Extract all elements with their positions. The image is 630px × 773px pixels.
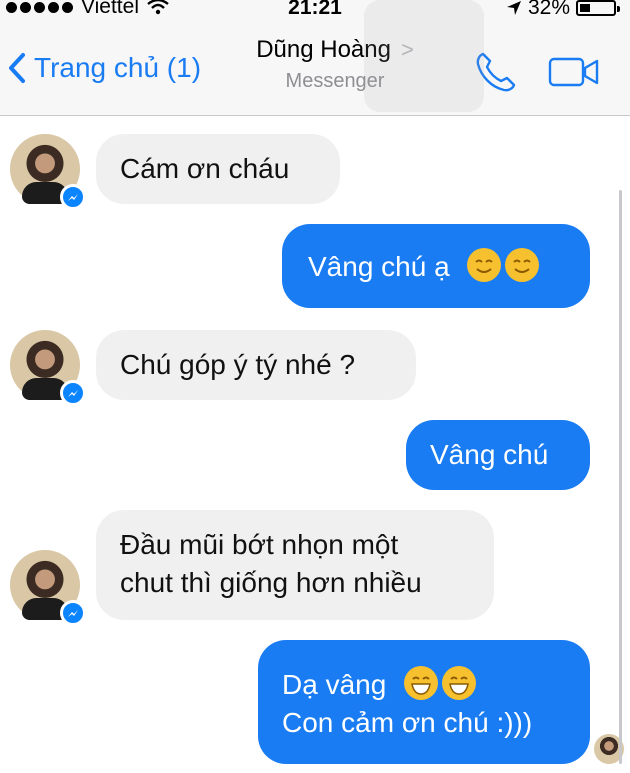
message-text-line: Đầu mũi bớt nhọn một	[120, 529, 399, 560]
outgoing-message-bubble[interactable]: Vâng chú	[406, 420, 590, 490]
smile-blush-emoji	[467, 248, 502, 282]
messenger-badge-icon	[60, 380, 86, 406]
back-button[interactable]: Trang chủ (1)	[8, 52, 201, 84]
message-text: Vâng chú	[430, 439, 549, 470]
contact-avatar[interactable]	[10, 134, 86, 210]
navigation-bar: Trang chủ (1) Dũng Hoàng > Messenger	[0, 22, 630, 116]
grin-emoji	[404, 666, 439, 700]
messenger-badge-icon	[60, 184, 86, 210]
battery-icon	[576, 0, 620, 16]
smile-blush-emoji	[505, 248, 540, 282]
incoming-message-bubble[interactable]: Chú góp ý tý nhé ?	[96, 330, 416, 400]
message-text: Chú góp ý tý nhé ?	[120, 349, 356, 380]
battery-percentage: 32%	[527, 0, 570, 19]
incoming-message-bubble[interactable]: Đầu mũi bớt nhọn một chut thì giống hơn …	[96, 510, 494, 620]
message-text: Cám ơn cháu	[120, 153, 290, 184]
messenger-badge-icon	[60, 600, 86, 626]
grin-emoji	[442, 666, 477, 700]
location-arrow-icon	[506, 1, 521, 15]
outgoing-message-bubble[interactable]: Vâng chú ạ	[282, 224, 590, 308]
video-call-icon[interactable]	[548, 56, 600, 88]
incoming-message-bubble[interactable]: Cám ơn cháu	[96, 134, 340, 204]
contact-avatar[interactable]	[10, 550, 86, 626]
message-text-line: chut thì giống hơn nhiều	[120, 567, 422, 598]
touch-overlay	[364, 0, 484, 112]
chevron-left-icon	[9, 53, 25, 83]
scrollbar[interactable]	[619, 190, 622, 764]
message-text-line: Con cảm ơn chú :)))	[282, 707, 533, 738]
message-text: Vâng chú ạ	[308, 251, 450, 282]
message-text-line: Dạ vâng	[282, 669, 387, 700]
outgoing-message-bubble[interactable]: Dạ vâng Con cảm ơn chú :)))	[258, 640, 590, 764]
status-bar: Viettel 21:21 32%	[0, 0, 630, 22]
contact-avatar[interactable]	[10, 330, 86, 406]
back-button-label: Trang chủ (1)	[34, 52, 202, 83]
